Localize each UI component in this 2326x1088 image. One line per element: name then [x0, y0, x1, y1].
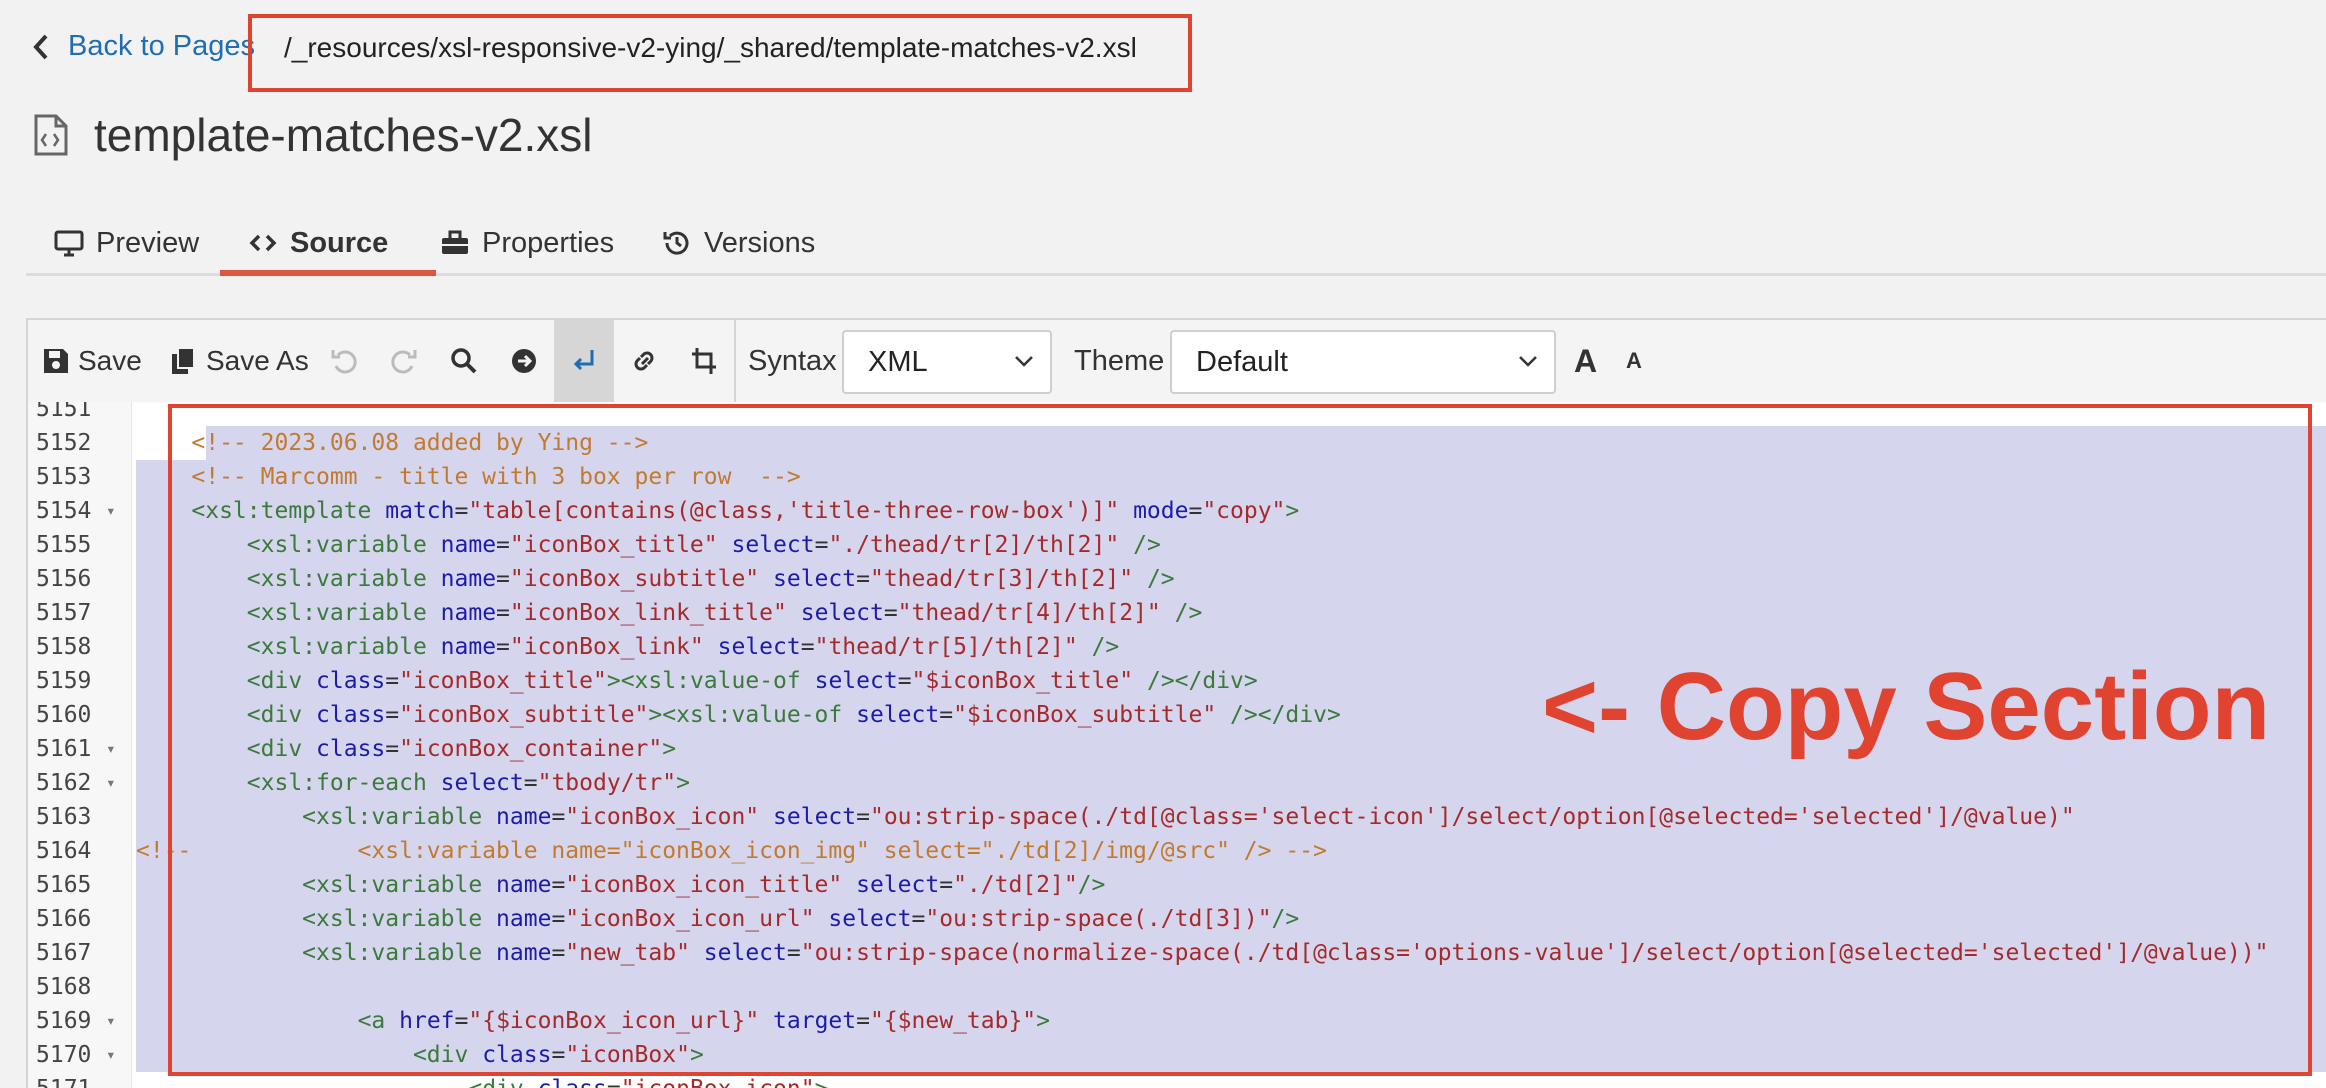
line-number: 5162: [36, 770, 92, 796]
wrap-return-icon: [573, 350, 594, 371]
line-number: 5171: [36, 1072, 100, 1088]
arrow-circle-right-icon: [512, 349, 536, 373]
undo-button[interactable]: [330, 320, 358, 402]
line-number: 5167: [36, 940, 92, 966]
search-icon: [451, 348, 477, 374]
monitor-icon: [54, 230, 84, 257]
tab-properties[interactable]: Properties: [440, 210, 614, 276]
code-icon: [249, 234, 277, 252]
page-title: template-matches-v2.xsl: [94, 109, 593, 161]
back-label: Back to Pages: [68, 30, 255, 62]
tab-source[interactable]: Source: [248, 210, 388, 276]
line-number: 5157: [36, 600, 92, 626]
history-icon: [663, 231, 689, 255]
line-number: 5165: [36, 872, 92, 898]
line-number: 5160: [36, 702, 92, 728]
word-wrap-toggle[interactable]: [554, 320, 614, 402]
search-button[interactable]: [450, 320, 478, 402]
line-number: 5168: [36, 974, 92, 1000]
undo-icon: [331, 350, 357, 374]
line-number: 5155: [36, 532, 92, 558]
link-icon: [634, 351, 654, 371]
tab-label: Versions: [704, 226, 816, 259]
save-as-label: Save As: [206, 345, 309, 376]
crop-button[interactable]: [690, 320, 718, 402]
line-number: 5151: [36, 402, 92, 422]
line-number: 5158: [36, 634, 92, 660]
insert-link-button[interactable]: [630, 320, 658, 402]
line-number: 5163: [36, 804, 92, 830]
chevron-left-icon: [33, 34, 48, 59]
theme-label: Theme: [1074, 344, 1165, 377]
fold-arrow-icon[interactable]: ▾: [106, 1004, 116, 1038]
line-number: 5169: [36, 1008, 92, 1034]
tab-label: Source: [290, 226, 389, 259]
save-label: Save: [78, 345, 142, 376]
top-bar: Back to Pages /_resources/xsl-responsive…: [0, 0, 2326, 100]
fold-arrow-icon[interactable]: ▾: [106, 494, 116, 528]
line-number: 5156: [36, 566, 92, 592]
toolbar-divider: [734, 320, 736, 402]
toolbox-icon: [442, 230, 468, 254]
goto-line-button[interactable]: [510, 320, 538, 402]
syntax-label: Syntax: [748, 344, 837, 377]
fold-arrow-icon[interactable]: ▾: [106, 732, 116, 766]
code-file-icon: [34, 114, 68, 156]
line-number: 5161: [36, 736, 92, 762]
copy-icon: [172, 347, 195, 374]
tab-preview[interactable]: Preview: [54, 210, 199, 276]
save-button[interactable]: Save: [42, 320, 142, 402]
theme-value: Default: [1196, 345, 1288, 378]
line-number: 5159: [36, 668, 92, 694]
syntax-value: XML: [868, 345, 928, 378]
path-highlight-box: [248, 14, 1192, 92]
fold-arrow-icon[interactable]: ▾: [106, 1038, 116, 1072]
line-number: 5152: [36, 430, 92, 456]
line-number: 5154: [36, 498, 92, 524]
syntax-select[interactable]: XML: [842, 330, 1052, 394]
crop-icon: [692, 348, 716, 374]
line-number: 5153: [36, 464, 92, 490]
redo-button[interactable]: [390, 320, 418, 402]
fold-arrow-icon[interactable]: ▾: [106, 766, 116, 800]
line-number: 5166: [36, 906, 92, 932]
copy-section-annotation: <- Copy Section: [1542, 653, 2271, 760]
page-title-row: template-matches-v2.xsl: [32, 108, 593, 162]
floppy-disk-icon: [44, 349, 68, 373]
back-to-pages-link[interactable]: Back to Pages: [30, 30, 255, 63]
active-tab-indicator: [220, 270, 436, 276]
chevron-down-icon: [1519, 356, 1537, 367]
editor-toolbar: Save Save As Syntax XML Theme Default A …: [26, 318, 2326, 404]
font-up-label: A: [1574, 342, 1598, 379]
tab-versions[interactable]: Versions: [662, 210, 815, 276]
font-down-label: A: [1626, 348, 1642, 373]
redo-icon: [391, 350, 417, 374]
theme-select[interactable]: Default: [1170, 330, 1556, 394]
tab-label: Preview: [96, 226, 200, 259]
tab-bar: Preview Source Properties Versions: [26, 210, 2326, 276]
chevron-down-icon: [1015, 356, 1033, 367]
decrease-font-button[interactable]: A: [1626, 320, 1642, 402]
line-number: 5164: [36, 838, 92, 864]
line-number: 5170: [36, 1042, 92, 1068]
increase-font-button[interactable]: A: [1574, 320, 1597, 402]
tab-label: Properties: [482, 226, 615, 259]
save-as-button[interactable]: Save As: [170, 320, 309, 402]
